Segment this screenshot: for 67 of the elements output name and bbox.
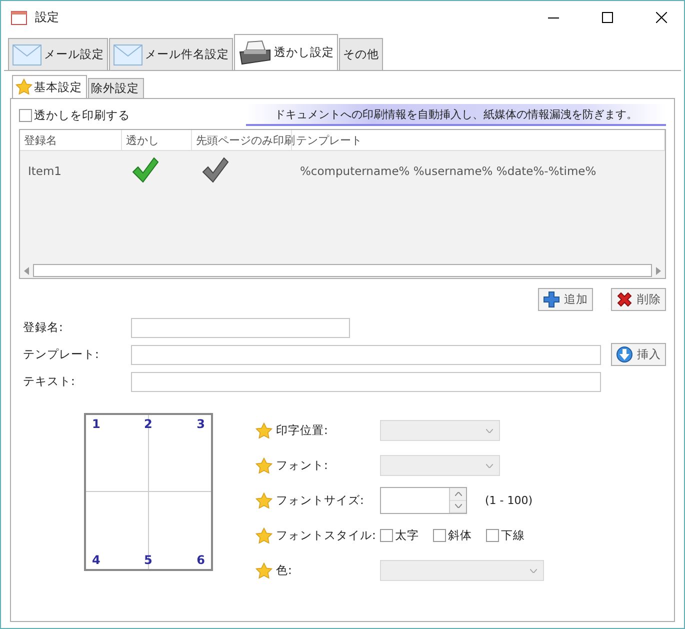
scroll-right-icon[interactable] xyxy=(656,266,661,274)
column-header[interactable]: 先頭ページのみ印刷 xyxy=(192,130,292,150)
printer-icon xyxy=(238,40,272,66)
position-number[interactable]: 2 xyxy=(144,417,152,431)
dropdown[interactable] xyxy=(380,455,500,476)
close-icon xyxy=(656,12,666,23)
plus-icon xyxy=(543,291,560,308)
position-number[interactable]: 1 xyxy=(92,417,100,431)
tab[interactable]: 透かし設定 xyxy=(234,34,338,71)
info-banner: ドキュメントへの印刷情報を自動挿入し、紙媒体の情報漏洩を防ぎます。 xyxy=(246,104,666,126)
maximize-icon xyxy=(602,12,612,23)
column-header[interactable]: 透かし xyxy=(122,130,192,150)
insert-button[interactable]: 挿入 xyxy=(611,343,666,366)
position-number[interactable]: 5 xyxy=(144,553,152,567)
chevron-down-icon xyxy=(530,568,537,572)
checkbox[interactable] xyxy=(19,108,32,122)
option-label: フォント: xyxy=(275,458,329,473)
window-icon xyxy=(11,10,27,24)
input-field[interactable] xyxy=(131,372,601,392)
star-icon xyxy=(255,492,273,510)
field-label: 登録名: xyxy=(22,320,64,335)
tab[interactable]: 基本設定 xyxy=(12,75,87,99)
option-label: フォントサイズ: xyxy=(275,493,365,508)
option-label: フォントスタイル: xyxy=(275,528,377,543)
position-number[interactable]: 4 xyxy=(92,553,100,567)
table-cell-text: Item1 xyxy=(27,164,62,178)
dropdown[interactable] xyxy=(380,560,544,581)
input-field[interactable] xyxy=(131,344,601,364)
option-label: 色: xyxy=(275,563,293,578)
chevron-down-icon xyxy=(486,428,493,432)
envelope-icon xyxy=(113,44,143,66)
chevron-up-icon xyxy=(454,492,462,496)
envelope-icon xyxy=(12,44,42,66)
style-checkbox[interactable]: 斜体 xyxy=(433,528,472,543)
position-number[interactable]: 3 xyxy=(196,417,205,431)
column-header[interactable]: 登録名 xyxy=(20,130,122,150)
style-checkbox[interactable]: 太字 xyxy=(380,528,419,543)
star-icon xyxy=(255,456,273,474)
star-icon xyxy=(15,78,33,96)
print-watermark-checkbox[interactable]: 透かしを印刷する xyxy=(19,108,130,122)
star-icon xyxy=(255,422,273,440)
spin-up-button[interactable] xyxy=(450,488,466,500)
add-button[interactable]: 追加 xyxy=(538,288,593,311)
position-number[interactable]: 6 xyxy=(196,553,205,567)
dropdown[interactable] xyxy=(380,420,500,441)
spin-down-button[interactable] xyxy=(450,500,466,513)
scrollbar-thumb[interactable] xyxy=(33,264,652,277)
field-label: テキスト: xyxy=(22,374,76,389)
tab[interactable]: メール設定 xyxy=(8,38,108,71)
chevron-down-icon xyxy=(486,464,493,468)
chevron-down-icon xyxy=(454,504,462,508)
cross-icon xyxy=(616,291,633,308)
style-checkbox[interactable]: 下線 xyxy=(486,528,525,543)
scroll-left-icon[interactable] xyxy=(24,266,29,274)
tab[interactable]: その他 xyxy=(339,38,383,71)
star-icon xyxy=(255,562,273,580)
input-field[interactable] xyxy=(131,318,350,338)
field-label: テンプレート: xyxy=(22,347,100,362)
star-icon xyxy=(255,526,273,544)
table-cell-text: %computername% %username% %date%-%time% xyxy=(299,164,598,178)
window-title: 設定 xyxy=(35,9,60,26)
number-field[interactable] xyxy=(380,487,467,514)
tab[interactable]: 除外設定 xyxy=(88,78,144,99)
option-label: 印字位置: xyxy=(275,423,329,438)
delete-button[interactable]: 削除 xyxy=(611,288,666,311)
range-hint: (1 - 100) xyxy=(485,494,533,507)
tab[interactable]: メール件名設定 xyxy=(109,38,233,71)
